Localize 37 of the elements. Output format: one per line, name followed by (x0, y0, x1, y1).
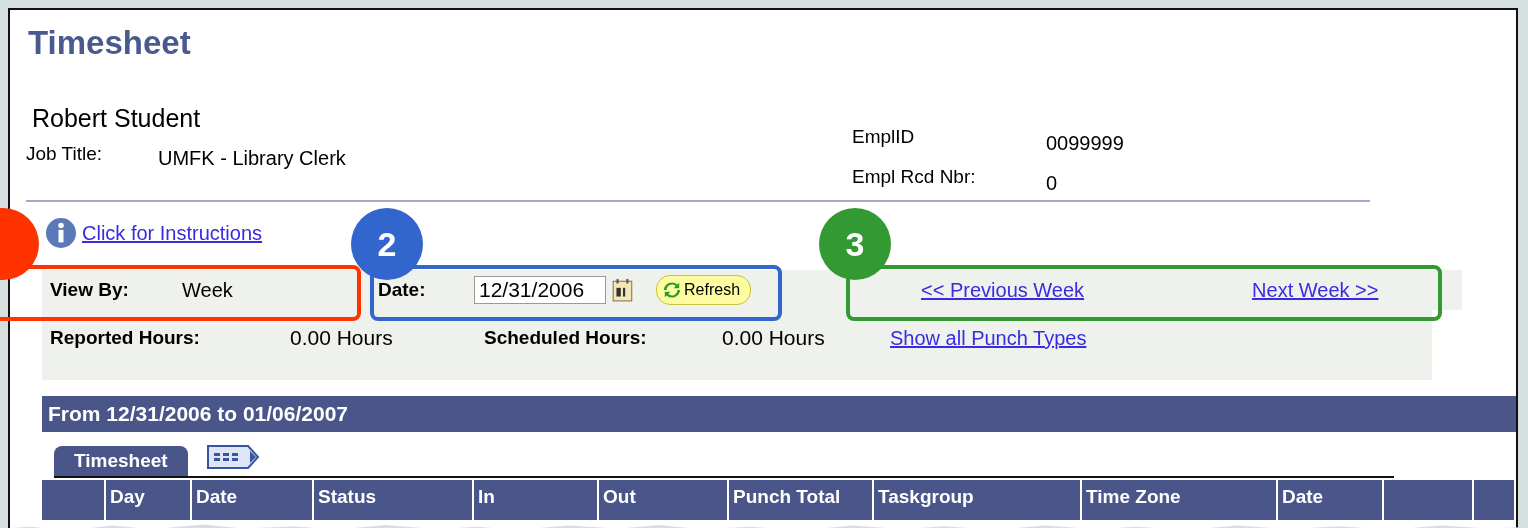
punch-types-link[interactable]: Show all Punch Types (890, 326, 1087, 350)
column-header: Status (314, 480, 474, 520)
column-header: Taskgroup (874, 480, 1082, 520)
refresh-icon (663, 281, 681, 299)
rcd-label: Empl Rcd Nbr: (852, 166, 977, 189)
column-header: In (474, 480, 599, 520)
info-icon (46, 218, 76, 248)
emplid-value: 0099999 (1046, 132, 1124, 156)
column-header: Date (1278, 480, 1384, 520)
job-title-value: UMFK - Library Clerk (158, 147, 346, 170)
timesheet-tab[interactable]: Timesheet (54, 446, 188, 476)
reported-hours-label: Reported Hours: (50, 327, 201, 349)
date-field[interactable]: 12/31/2006 (474, 276, 606, 304)
column-header (42, 480, 106, 520)
view-by-value: Week (182, 278, 234, 302)
column-header: Out (599, 480, 729, 520)
column-header: Day (106, 480, 192, 520)
refresh-button[interactable]: Refresh (656, 275, 752, 305)
date-label: Date: (378, 279, 427, 301)
reported-hours-value: 0.00 Hours (290, 326, 394, 350)
scheduled-hours-value: 0.00 Hours (722, 326, 826, 350)
column-header: Date (192, 480, 314, 520)
next-week-link[interactable]: Next Week >> (1252, 278, 1379, 302)
column-header: Time Zone (1082, 480, 1278, 520)
emplid-label: EmplID (852, 126, 916, 149)
rcd-value: 0 (1046, 172, 1058, 196)
instructions-link[interactable]: Click for Instructions (82, 221, 263, 245)
employee-name: Robert Student (32, 104, 202, 133)
column-header: Punch Total (729, 480, 874, 520)
grid-view-icon[interactable] (205, 444, 260, 470)
view-by-label: View By: (50, 279, 130, 301)
calendar-icon[interactable] (612, 278, 634, 302)
scheduled-hours-label: Scheduled Hours: (484, 327, 648, 349)
job-title-label: Job Title: (26, 143, 104, 166)
page-title: Timesheet (28, 23, 192, 63)
previous-week-link[interactable]: << Previous Week (921, 278, 1085, 302)
period-header: From 12/31/2006 to 01/06/2007 (42, 396, 1516, 432)
